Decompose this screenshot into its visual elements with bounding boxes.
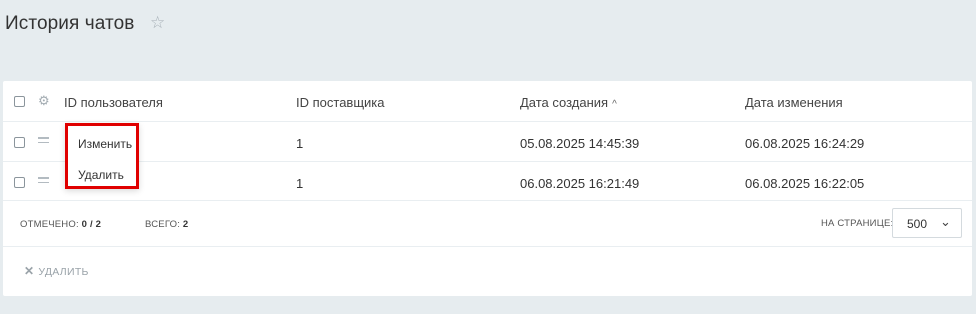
row-checkbox[interactable] bbox=[14, 177, 25, 188]
delete-button[interactable]: ✕ УДАЛИТЬ bbox=[24, 264, 89, 278]
column-header-created-label: Дата создания bbox=[520, 95, 609, 110]
select-all-checkbox[interactable] bbox=[14, 96, 25, 107]
table-row[interactable]: 1 05.08.2025 14:45:39 06.08.2025 16:24:2… bbox=[3, 122, 972, 162]
chat-history-grid: ⚙ ID пользователя ID поставщика Дата соз… bbox=[3, 81, 972, 296]
row-checkbox[interactable] bbox=[14, 137, 25, 148]
chevron-down-icon: ⌄ bbox=[940, 214, 951, 229]
cell-created: 05.08.2025 14:45:39 bbox=[520, 136, 640, 151]
per-page-label: НА СТРАНИЦЕ: bbox=[821, 218, 894, 229]
page-title: История чатов bbox=[5, 13, 135, 34]
cell-created: 06.08.2025 16:21:49 bbox=[520, 176, 640, 191]
selected-count: ОТМЕЧЕНО: 0 / 2 bbox=[20, 219, 102, 230]
per-page-select[interactable]: 500 ⌄ bbox=[892, 208, 962, 238]
gear-icon[interactable]: ⚙ bbox=[38, 93, 50, 109]
menu-item-edit[interactable]: Изменить bbox=[78, 137, 132, 151]
column-header-updated[interactable]: Дата изменения bbox=[745, 95, 843, 110]
row-menu-icon[interactable] bbox=[38, 134, 49, 148]
table-row[interactable]: 1 06.08.2025 16:21:49 06.08.2025 16:22:0… bbox=[3, 162, 972, 201]
row-context-menu: Изменить Удалить bbox=[65, 123, 139, 189]
sort-ascending-icon: ^ bbox=[612, 99, 617, 110]
table-header-row: ⚙ ID пользователя ID поставщика Дата соз… bbox=[3, 81, 972, 122]
column-header-user-id[interactable]: ID пользователя bbox=[64, 95, 163, 110]
grid-footer: ОТМЕЧЕНО: 0 / 2 ВСЕГО: 2 НА СТРАНИЦЕ: 50… bbox=[3, 201, 972, 247]
menu-item-delete[interactable]: Удалить bbox=[78, 168, 124, 182]
column-header-provider-id[interactable]: ID поставщика bbox=[296, 95, 385, 110]
star-icon[interactable]: ☆ bbox=[150, 13, 165, 33]
cell-provider-id: 1 bbox=[296, 136, 304, 151]
per-page-value: 500 bbox=[907, 217, 928, 231]
column-header-created[interactable]: Дата создания ^ bbox=[520, 95, 617, 110]
total-count: ВСЕГО: 2 bbox=[145, 219, 189, 230]
page-header: История чатов ☆ bbox=[0, 0, 976, 62]
cell-updated: 06.08.2025 16:24:29 bbox=[745, 136, 865, 151]
cell-updated: 06.08.2025 16:22:05 bbox=[745, 176, 865, 191]
row-menu-icon[interactable] bbox=[38, 174, 49, 188]
close-icon: ✕ bbox=[24, 264, 35, 278]
cell-provider-id: 1 bbox=[296, 176, 304, 191]
